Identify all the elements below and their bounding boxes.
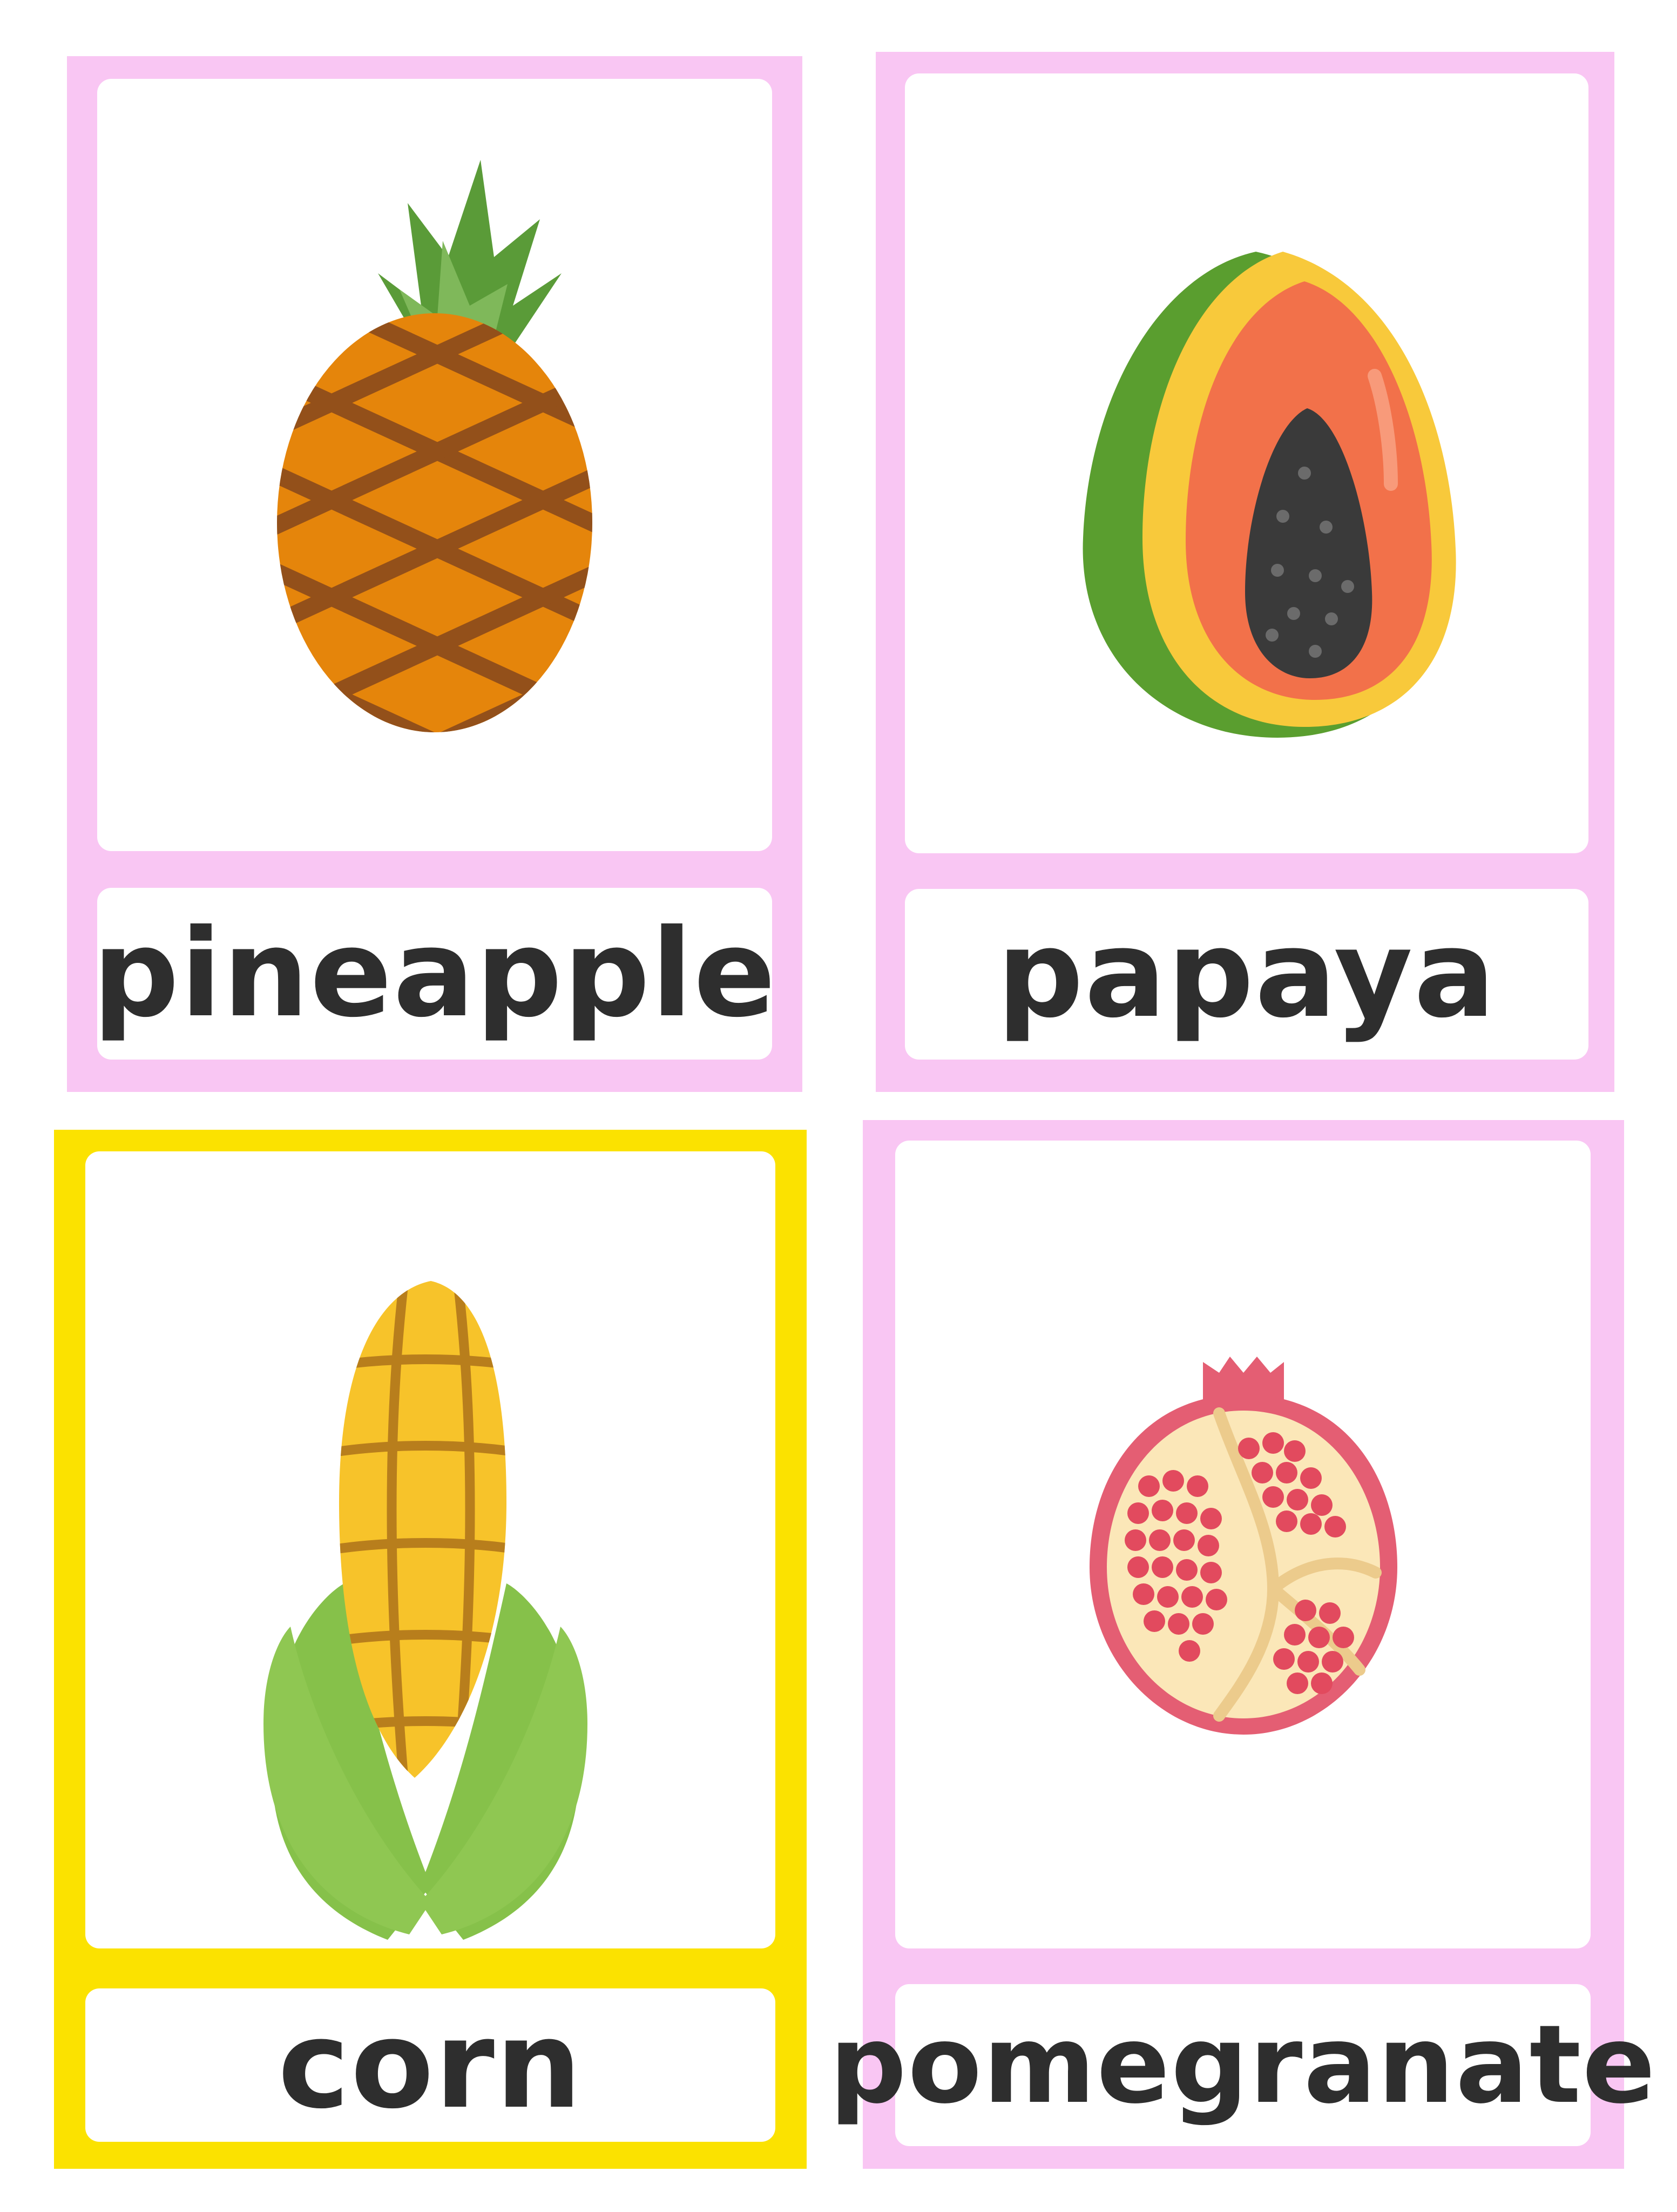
pomegranate-icon xyxy=(1090,1357,1397,1735)
label-panel: papaya xyxy=(905,889,1588,1060)
card-word: corn xyxy=(278,1994,583,2135)
card-word: pomegranate xyxy=(829,2002,1656,2128)
corn-icon xyxy=(263,1281,587,1940)
picture-panel xyxy=(97,79,772,851)
picture-panel xyxy=(85,1151,775,1948)
label-panel: corn xyxy=(85,1988,775,2142)
label-panel: pomegranate xyxy=(829,1984,1656,2146)
picture-panel xyxy=(895,1141,1591,1948)
card-word: pineapple xyxy=(92,903,777,1044)
picture-panel xyxy=(905,73,1588,853)
papaya-icon xyxy=(1083,252,1456,738)
flashcard-pomegranate: pomegranate xyxy=(829,1120,1656,2169)
pineapple-icon xyxy=(277,160,592,732)
flashcard-corn: corn xyxy=(54,1130,807,2169)
flashcard-pineapple: pineapple xyxy=(67,56,802,1092)
card-word: papaya xyxy=(997,903,1497,1044)
flashcard-papaya: papaya xyxy=(876,52,1614,1092)
label-panel: pineapple xyxy=(92,888,777,1060)
